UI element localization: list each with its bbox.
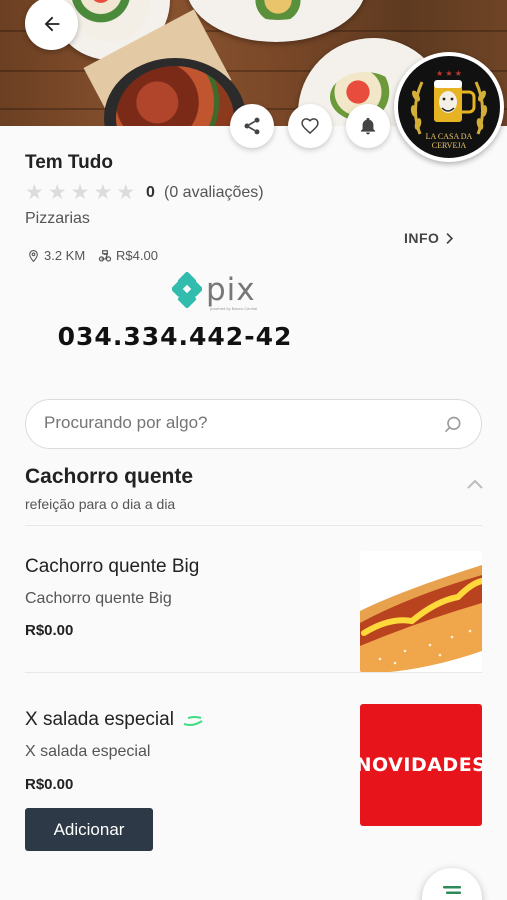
share-button[interactable] <box>230 104 274 148</box>
star-icon: ★ <box>47 181 67 204</box>
item-divider <box>25 672 482 673</box>
notification-button[interactable] <box>346 104 390 148</box>
logo-text-line2: CERVEJA <box>431 141 467 150</box>
location-pin-icon <box>29 249 38 262</box>
item-name-row[interactable]: X salada especial <box>25 709 204 731</box>
bell-icon <box>360 117 376 135</box>
item-description: X salada especial <box>25 743 151 760</box>
delivery-fee-text: R$4.00 <box>116 248 158 263</box>
star-icon: ★ <box>70 181 90 204</box>
section-subtitle: refeição para o dia a dia <box>25 496 176 512</box>
rating-stars: ★ ★ ★ ★ ★ <box>25 181 135 205</box>
distance-info: 3.2 KM <box>27 248 85 263</box>
item-price: R$0.00 <box>25 776 74 793</box>
section-divider <box>25 525 482 526</box>
section-title: Cachorro quente <box>25 465 194 488</box>
store-logo: ★ ★ ★ LA CASA DA CERVEJA <box>394 52 504 162</box>
rating-count: (0 avaliações) <box>164 184 264 201</box>
item-name: X salada especial <box>25 709 174 730</box>
delivery-fee-info: R$4.00 <box>98 248 158 263</box>
add-button[interactable]: Adicionar <box>25 808 153 851</box>
item-description: Cachorro quente Big <box>25 590 172 607</box>
menu-fab[interactable] <box>422 868 482 900</box>
search-icon[interactable] <box>443 415 463 435</box>
star-icon: ★ <box>93 181 113 204</box>
info-link[interactable]: INFO <box>404 230 454 246</box>
pix-wordmark: pix <box>206 272 256 308</box>
pix-logo: pix powered by Banco Central <box>172 272 258 311</box>
star-icon: ★ <box>25 181 44 204</box>
store-name: Tem Tudo <box>25 152 113 173</box>
store-category: Pizzarias <box>25 210 90 227</box>
heart-icon <box>301 118 319 135</box>
search-bar[interactable] <box>25 399 482 449</box>
item-price: R$0.00 <box>25 622 74 639</box>
item-name[interactable]: Cachorro quente Big <box>25 556 199 578</box>
novidades-text: NOVIDADES <box>360 754 482 776</box>
search-input[interactable] <box>44 413 424 433</box>
list-icon <box>443 886 461 894</box>
distance-text: 3.2 KM <box>44 248 86 263</box>
chevron-up-icon[interactable] <box>466 479 484 490</box>
pix-subtext: powered by Banco Central <box>210 306 258 311</box>
rating-value: 0 <box>146 184 155 201</box>
favorite-button[interactable] <box>288 104 332 148</box>
pix-diamond-icon <box>172 272 202 308</box>
pix-key: 034.334.442-42 <box>57 322 293 351</box>
back-arrow-icon <box>44 16 59 31</box>
logo-text-line1: LA CASA DA <box>425 132 473 141</box>
leaf-icon <box>183 716 203 726</box>
chevron-right-icon <box>446 232 454 244</box>
share-icon <box>244 117 260 135</box>
info-label: INFO <box>404 230 440 246</box>
star-icon: ★ <box>116 181 136 204</box>
svg-text:★ ★ ★: ★ ★ ★ <box>436 69 462 78</box>
novidades-image[interactable]: NOVIDADES <box>360 704 482 826</box>
delivery-bike-icon <box>98 249 112 262</box>
hotdog-image[interactable] <box>360 551 482 673</box>
